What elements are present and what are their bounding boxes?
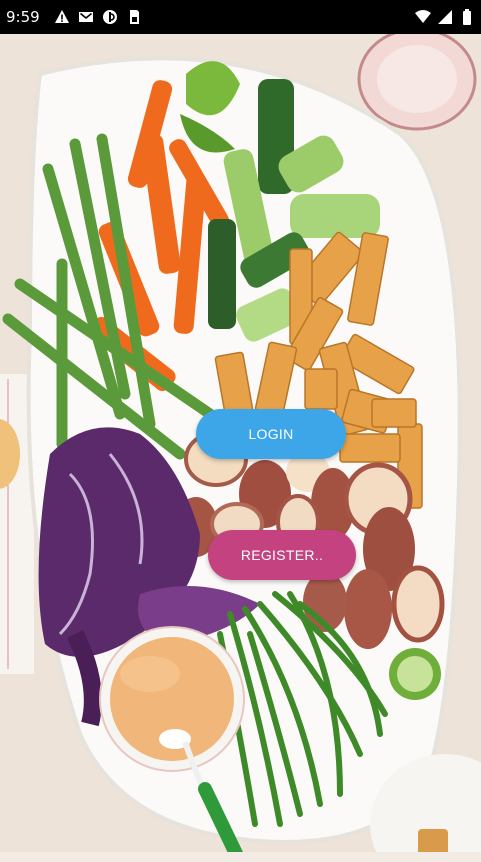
wifi-icon bbox=[415, 9, 431, 25]
cellular-signal-icon bbox=[437, 9, 453, 25]
system-icons bbox=[415, 9, 475, 25]
bottom-edge bbox=[0, 852, 481, 862]
login-button[interactable]: LOGIN bbox=[196, 409, 346, 459]
cast-icon bbox=[102, 9, 118, 25]
register-button[interactable]: REGISTER.. bbox=[208, 530, 356, 580]
sim-card-icon bbox=[126, 9, 142, 25]
warning-icon bbox=[54, 9, 70, 25]
notification-icons bbox=[54, 9, 142, 25]
gmail-icon bbox=[78, 9, 94, 25]
battery-icon bbox=[459, 9, 475, 25]
status-time: 9:59 bbox=[6, 8, 40, 26]
status-bar: 9:59 bbox=[0, 0, 481, 34]
